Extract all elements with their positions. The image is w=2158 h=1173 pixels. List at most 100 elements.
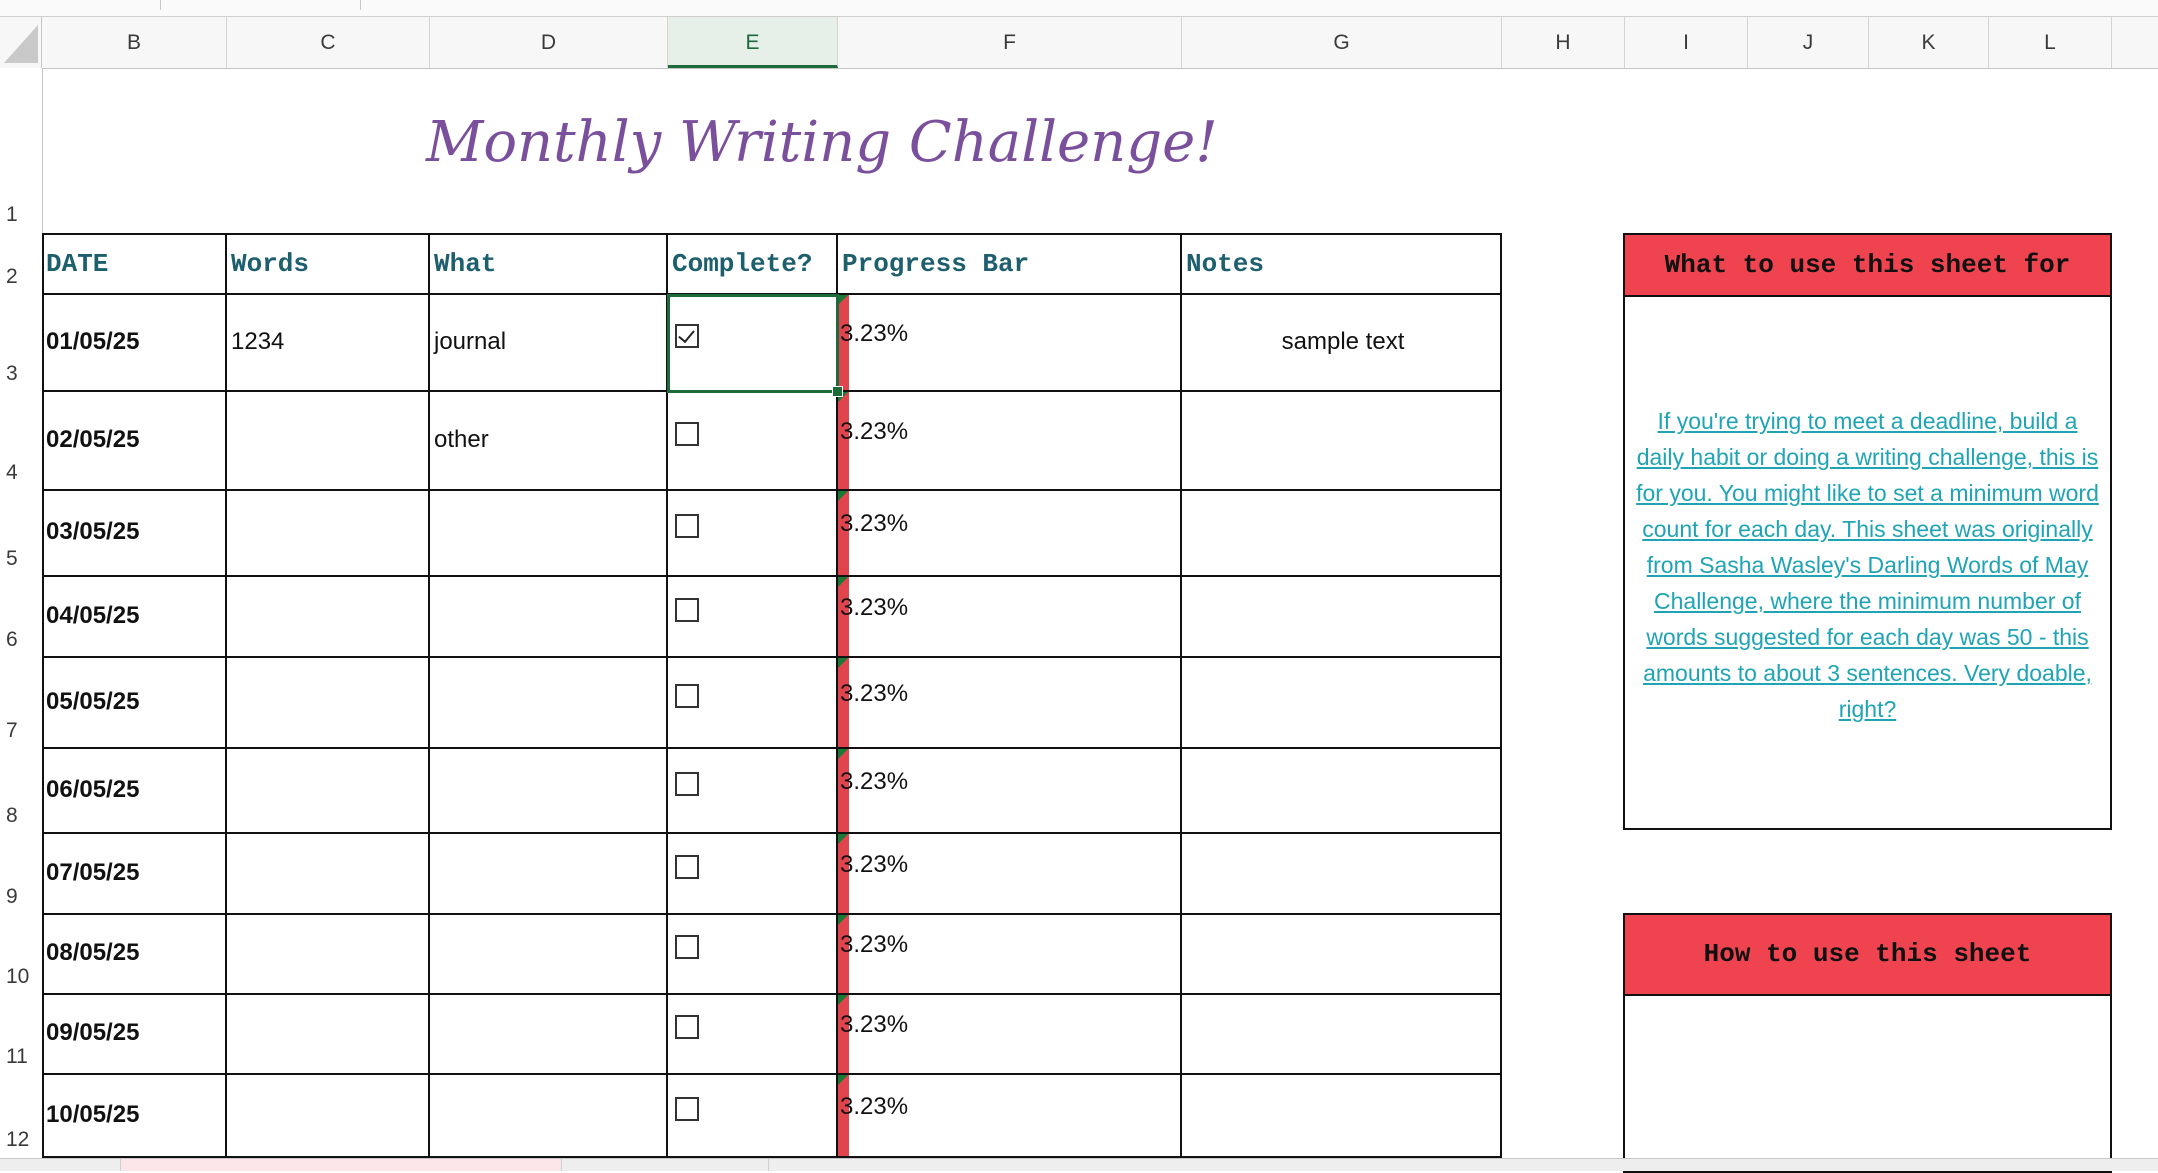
cell-complete[interactable] — [668, 834, 838, 915]
row-header-4[interactable]: 4 — [0, 461, 42, 489]
cell-date[interactable]: 10/05/25 — [42, 1075, 227, 1158]
cell-words[interactable] — [227, 749, 430, 834]
name-box[interactable] — [0, 0, 161, 10]
cell-words[interactable] — [227, 834, 430, 915]
sheet-tab[interactable] — [568, 1159, 769, 1171]
cell-complete[interactable] — [668, 392, 838, 491]
cell-date[interactable]: 04/05/25 — [42, 577, 227, 658]
checkbox[interactable] — [675, 1097, 699, 1121]
checkbox[interactable] — [675, 772, 699, 796]
cell-words[interactable] — [227, 1075, 430, 1158]
row-header-5[interactable]: 5 — [0, 547, 42, 575]
cell-what[interactable] — [430, 915, 668, 995]
cell-notes[interactable] — [1182, 834, 1502, 915]
cell-notes[interactable] — [1182, 577, 1502, 658]
cell-complete[interactable] — [668, 658, 838, 749]
column-header-h[interactable]: H — [1502, 17, 1625, 68]
row-header-10[interactable]: 10 — [0, 965, 42, 993]
row-header-1[interactable]: 1 — [0, 203, 42, 231]
formula-input[interactable] — [170, 0, 361, 10]
column-header-f[interactable]: F — [838, 17, 1182, 68]
cell-what[interactable] — [430, 749, 668, 834]
checkbox[interactable] — [675, 684, 699, 708]
cell-date[interactable]: 09/05/25 — [42, 995, 227, 1075]
fill-handle[interactable] — [832, 386, 843, 397]
row-header-7[interactable]: 7 — [0, 719, 42, 747]
cell-what[interactable] — [430, 491, 668, 577]
cell-notes[interactable] — [1182, 915, 1502, 995]
cell-words[interactable] — [227, 577, 430, 658]
cell-progress[interactable]: 3.23% — [838, 658, 1182, 749]
header-complete[interactable]: Complete? — [668, 235, 838, 295]
checkbox[interactable] — [675, 1015, 699, 1039]
cell-date[interactable]: 03/05/25 — [42, 491, 227, 577]
checkbox[interactable] — [675, 855, 699, 879]
cell-progress[interactable]: 3.23% — [838, 392, 1182, 491]
cell-words[interactable] — [227, 392, 430, 491]
cell-progress[interactable]: 3.23% — [838, 295, 1182, 392]
cell-progress[interactable]: 3.23% — [838, 491, 1182, 577]
cell-progress[interactable]: 3.23% — [838, 995, 1182, 1075]
row-header-3[interactable]: 3 — [0, 362, 42, 390]
cell-progress[interactable]: 3.23% — [838, 749, 1182, 834]
cell-notes[interactable] — [1182, 995, 1502, 1075]
active-cell-selection[interactable] — [667, 294, 839, 393]
cell-date[interactable]: 07/05/25 — [42, 834, 227, 915]
checkbox[interactable] — [675, 598, 699, 622]
cell-progress[interactable]: 3.23% — [838, 577, 1182, 658]
cell-notes[interactable]: sample text — [1182, 295, 1502, 392]
cell-complete[interactable] — [668, 749, 838, 834]
column-header-i[interactable]: I — [1625, 17, 1748, 68]
checkbox[interactable] — [675, 514, 699, 538]
cell-complete[interactable] — [668, 491, 838, 577]
cell-what[interactable]: other — [430, 392, 668, 491]
column-header-e[interactable]: E — [668, 17, 838, 68]
column-header-l[interactable]: L — [1989, 17, 2112, 68]
row-header-11[interactable]: 11 — [0, 1045, 42, 1073]
column-header-g[interactable]: G — [1182, 17, 1502, 68]
cell-date[interactable]: 05/05/25 — [42, 658, 227, 749]
row-header-6[interactable]: 6 — [0, 628, 42, 656]
column-header-c[interactable]: C — [227, 17, 430, 68]
cell-what[interactable] — [430, 577, 668, 658]
checkbox[interactable] — [675, 422, 699, 446]
cell-what[interactable]: journal — [430, 295, 668, 392]
panel-what-to-use-body[interactable]: If you're trying to meet a deadline, bui… — [1635, 403, 2100, 727]
column-header-k[interactable]: K — [1869, 17, 1989, 68]
cell-complete[interactable] — [668, 995, 838, 1075]
header-notes[interactable]: Notes — [1182, 235, 1502, 295]
cell-progress[interactable]: 3.23% — [838, 834, 1182, 915]
select-all-corner[interactable] — [0, 17, 42, 68]
checkbox[interactable] — [675, 935, 699, 959]
cell-complete[interactable] — [668, 577, 838, 658]
cell-complete[interactable] — [668, 1075, 838, 1158]
column-header-j[interactable]: J — [1748, 17, 1869, 68]
cell-notes[interactable] — [1182, 491, 1502, 577]
cell-notes[interactable] — [1182, 749, 1502, 834]
cell-what[interactable] — [430, 834, 668, 915]
row-header-9[interactable]: 9 — [0, 885, 42, 913]
cell-complete[interactable] — [668, 915, 838, 995]
cell-what[interactable] — [430, 1075, 668, 1158]
cell-progress[interactable]: 3.23% — [838, 1075, 1182, 1158]
column-header-d[interactable]: D — [430, 17, 668, 68]
cell-progress[interactable]: 3.23% — [838, 915, 1182, 995]
cell-words[interactable] — [227, 915, 430, 995]
cell-words[interactable] — [227, 995, 430, 1075]
cell-words[interactable] — [227, 491, 430, 577]
column-header-b[interactable]: B — [42, 17, 227, 68]
cell-words[interactable] — [227, 658, 430, 749]
cell-date[interactable]: 02/05/25 — [42, 392, 227, 491]
cell-words[interactable]: 1234 — [227, 295, 430, 392]
cell-notes[interactable] — [1182, 392, 1502, 491]
header-date[interactable]: DATE — [42, 235, 227, 295]
row-header-8[interactable]: 8 — [0, 804, 42, 832]
row-header-2[interactable]: 2 — [0, 265, 42, 293]
cell-what[interactable] — [430, 658, 668, 749]
header-progress[interactable]: Progress Bar — [838, 235, 1182, 295]
cell-notes[interactable] — [1182, 658, 1502, 749]
cell-notes[interactable] — [1182, 1075, 1502, 1158]
sheet-tab-active[interactable] — [120, 1159, 562, 1171]
cell-what[interactable] — [430, 995, 668, 1075]
row-header-12[interactable]: 12 — [0, 1128, 42, 1156]
